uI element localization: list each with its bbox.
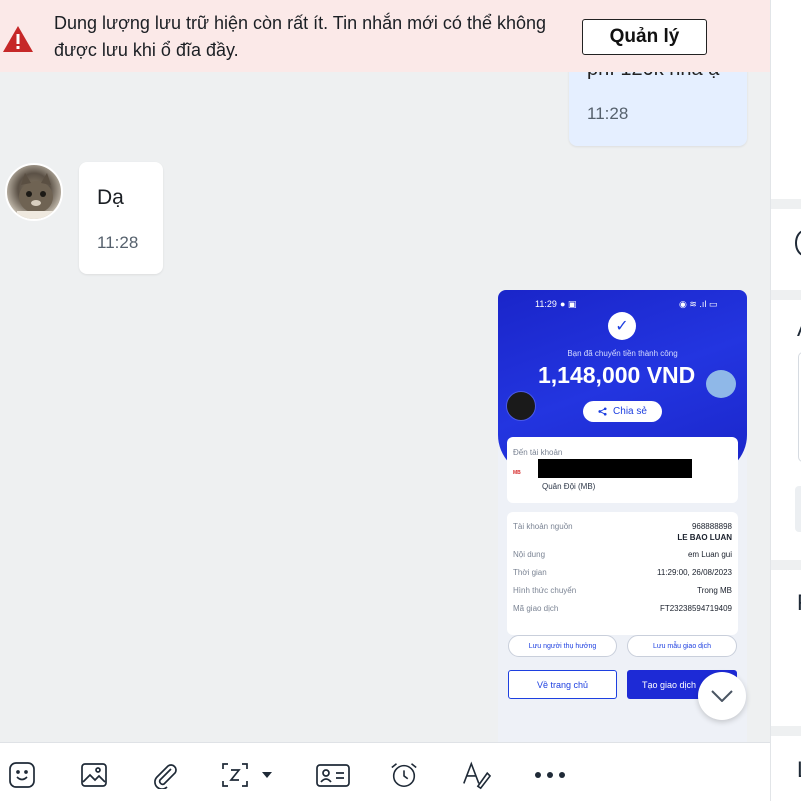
success-text: Bạn đã chuyển tiền thành công (567, 349, 678, 358)
more-options-button[interactable] (533, 760, 567, 790)
bank-logo: MB (513, 470, 521, 476)
redacted-account (538, 459, 692, 478)
status-icons-right: ◉ ≋ .ıl ▭ (679, 299, 718, 309)
share-icon (598, 407, 607, 416)
reminder-button[interactable] (389, 760, 419, 790)
sticker-icon (9, 762, 35, 788)
received-message-text: Dạ (97, 186, 124, 209)
text-format-icon (463, 761, 491, 790)
attachment-button[interactable] (150, 760, 180, 790)
status-icons-left: ● ▣ (560, 299, 577, 309)
transfer-amount: 1,148,000 VND (538, 362, 696, 388)
contact-card-button[interactable] (315, 760, 351, 790)
home-button: Về trang chủ (508, 670, 617, 699)
phone-status-time: 11:29 (535, 299, 557, 309)
sent-message-time: 11:28 (587, 104, 629, 123)
more-icon (535, 772, 565, 778)
chat-area: phí 120k nha ạ 11:28 Dung lượng lưu trữ … (0, 0, 770, 742)
cat-photo (17, 173, 55, 219)
storage-warning-banner: Dung lượng lưu trữ hiện còn rất ít. Tin … (0, 0, 770, 72)
success-check-icon: ✓ (608, 312, 636, 340)
image-button[interactable] (79, 760, 109, 790)
scroll-to-bottom-button[interactable] (698, 672, 746, 720)
panel-letter-a: A (797, 316, 801, 342)
panel-letter-l: L (797, 757, 801, 783)
panel-icon-edge (795, 230, 801, 256)
to-account-label: Đến tài khoản (513, 448, 563, 457)
contact-avatar[interactable] (5, 163, 63, 221)
mascot-icon (706, 370, 736, 398)
to-account-card: Đến tài khoản MB Quân Đội (MB) (507, 437, 738, 503)
panel-letter-f: F (797, 590, 801, 616)
received-message-time: 11:28 (97, 233, 139, 252)
save-beneficiary-pill: Lưu người thụ hưởng (508, 635, 617, 657)
transaction-details-card: Tài khoản nguồn 968888898 LE BAO LUAN Nộ… (507, 512, 738, 635)
reminder-icon (391, 763, 417, 788)
share-button: Chia sẻ (583, 401, 662, 422)
attachment-icon (154, 764, 177, 789)
text-format-button[interactable] (461, 760, 491, 790)
screenshot-button[interactable] (220, 760, 282, 790)
conversation-info-panel: A F L (770, 0, 801, 801)
banner-message: Dung lượng lưu trữ hiện còn rất ít. Tin … (54, 13, 547, 60)
screenshot-icon (222, 763, 272, 787)
bank-name: Quân Đội (MB) (542, 482, 596, 491)
warning-icon (3, 26, 33, 52)
share-label: Chia sẻ (613, 406, 647, 417)
manage-storage-button[interactable]: Quản lý (582, 19, 707, 55)
panel-button[interactable] (795, 486, 801, 532)
received-message-bubble[interactable]: Dạ 11:28 (79, 162, 163, 274)
sticker-button[interactable] (7, 760, 37, 790)
chevron-down-icon (711, 690, 733, 702)
image-icon (81, 763, 107, 787)
sender-avatar (506, 391, 536, 421)
contact-card-icon (316, 764, 350, 787)
chat-toolbar (0, 742, 770, 801)
save-template-pill: Lưu mẫu giao dịch (627, 635, 737, 657)
